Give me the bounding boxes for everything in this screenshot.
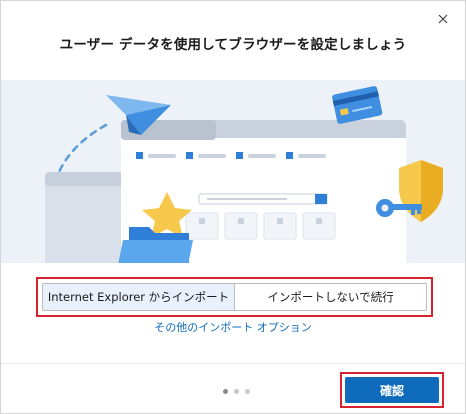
continue-without-import-button[interactable]: インポートしないで続行	[235, 284, 426, 310]
import-from-ie-button[interactable]: Internet Explorer からインポート	[43, 284, 235, 310]
page-dot-1	[223, 389, 228, 394]
credit-card-icon	[332, 86, 383, 124]
dialog-title: ユーザー データを使用してブラウザーを設定しましょう	[59, 37, 407, 53]
import-from-ie-label: Internet Explorer からインポート	[47, 290, 230, 304]
import-choice-group: Internet Explorer からインポート インポートしないで続行	[42, 283, 427, 311]
confirm-button[interactable]: 確認	[345, 377, 439, 403]
footer-divider	[1, 363, 465, 364]
other-import-options-link[interactable]: その他のインポート オプション	[1, 319, 465, 335]
import-choice-highlight: Internet Explorer からインポート インポートしないで続行	[36, 277, 433, 317]
page-indicator	[223, 389, 250, 394]
confirm-highlight: 確認	[340, 372, 444, 408]
continue-without-import-label: インポートしないで続行	[267, 290, 394, 304]
page-dot-3	[245, 389, 250, 394]
page-dot-2	[234, 389, 239, 394]
import-dialog: ユーザー データを使用してブラウザーを設定しましょう Internet Expl…	[0, 0, 466, 414]
illustration	[1, 80, 465, 263]
close-icon[interactable]	[435, 11, 451, 27]
